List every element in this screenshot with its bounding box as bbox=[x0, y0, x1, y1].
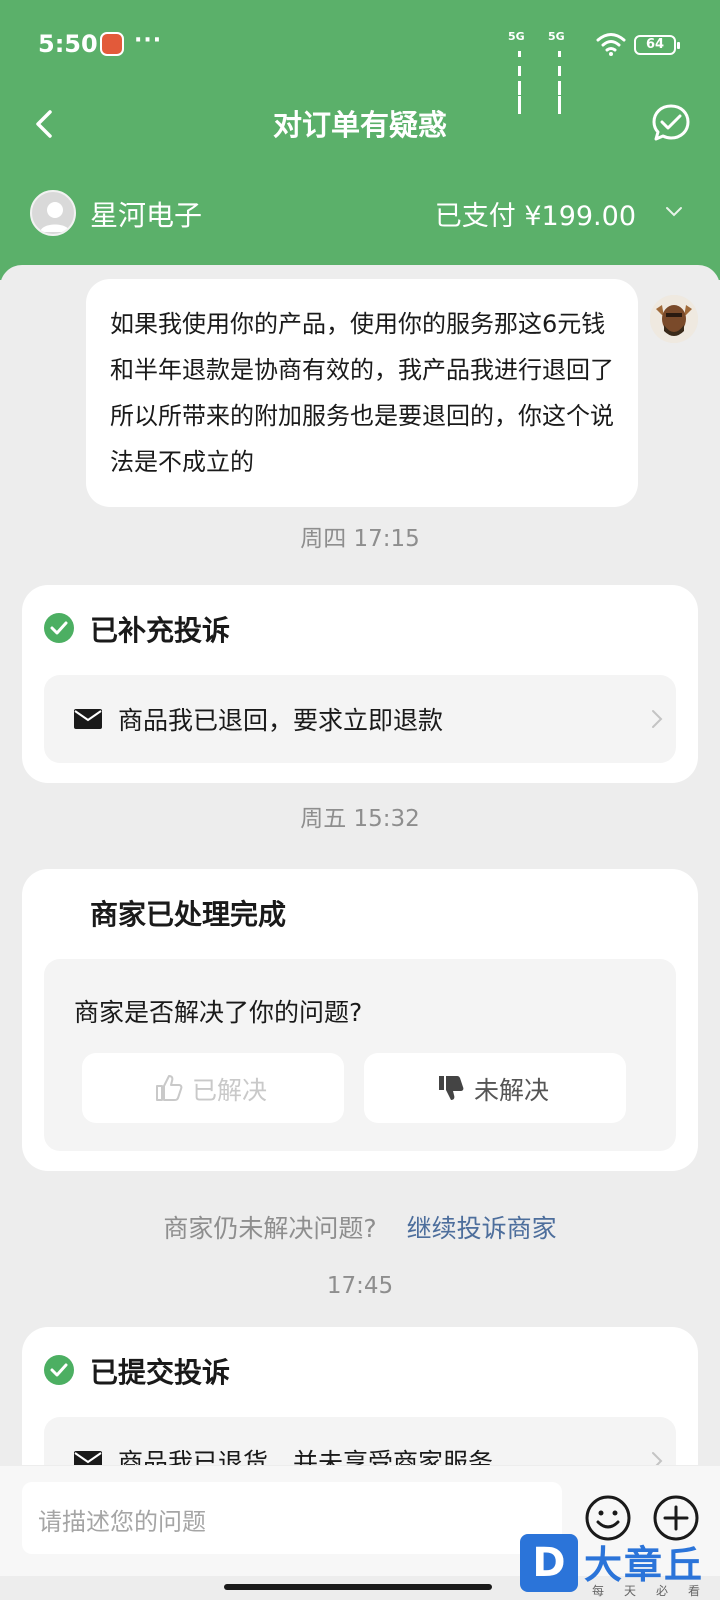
watermark-letter: D bbox=[520, 1534, 578, 1592]
status-bar: 5:50 ··· 5G 5G 64 bbox=[0, 0, 720, 114]
thumbs-up-icon bbox=[156, 1075, 183, 1101]
user-avatar bbox=[650, 295, 698, 343]
chevron-right-icon bbox=[652, 1452, 663, 1465]
complaint-detail-text: 商品我已退货，并未享受商家服务 bbox=[118, 1448, 494, 1465]
message-input[interactable]: 请描述您的问题 bbox=[22, 1482, 562, 1554]
battery-icon: 64 bbox=[634, 35, 680, 55]
timestamp: 17:45 bbox=[326, 1273, 394, 1299]
order-summary-bar[interactable]: 星河电子 已支付 ¥199.00 bbox=[0, 186, 720, 242]
thumbs-down-icon bbox=[439, 1076, 464, 1100]
merchant-name: 星河电子 bbox=[90, 199, 203, 232]
resolution-feedback-box: 商家是否解决了你的问题? 已解决 未解决 bbox=[44, 959, 676, 1151]
card-title: 商家已处理完成 bbox=[90, 898, 287, 931]
check-circle-icon bbox=[44, 1355, 74, 1385]
chat-content[interactable]: 如果我使用你的产品，使用你的服务那这6元钱和半年退款是协商有效的，我产品我进行退… bbox=[0, 265, 720, 1465]
complaint-detail-row[interactable]: 商品我已退回，要求立即退款 bbox=[44, 675, 676, 763]
header: 5:50 ··· 5G 5G 64 对订单有疑惑 星河电子 已支付 ¥199.0… bbox=[0, 0, 720, 280]
nav-bar: 对订单有疑惑 bbox=[0, 90, 720, 156]
complaint-detail-row[interactable]: 商品我已退货，并未享受商家服务 bbox=[44, 1417, 676, 1465]
followup-row: 商家仍未解决问题? 继续投诉商家 bbox=[0, 1209, 720, 1245]
merchant-avatar bbox=[30, 190, 76, 236]
payment-status: 已支付 ¥199.00 bbox=[434, 201, 636, 232]
customer-service-icon[interactable] bbox=[650, 102, 692, 144]
timestamp: 周五 15:32 bbox=[300, 806, 420, 832]
home-indicator[interactable] bbox=[224, 1584, 492, 1590]
watermark-tagline: 每天必看 bbox=[592, 1584, 720, 1598]
mail-icon bbox=[74, 1451, 102, 1465]
user-message-bubble: 如果我使用你的产品，使用你的服务那这6元钱和半年退款是协商有效的，我产品我进行退… bbox=[86, 279, 638, 507]
chevron-down-icon[interactable] bbox=[663, 200, 685, 222]
watermark-name: 大章丘 bbox=[584, 1543, 705, 1587]
resolution-question: 商家是否解决了你的问题? bbox=[74, 998, 363, 1027]
wifi-icon bbox=[596, 33, 626, 56]
complaint-detail-text: 商品我已退回，要求立即退款 bbox=[118, 706, 444, 735]
chevron-right-icon bbox=[652, 710, 663, 728]
mail-icon bbox=[74, 709, 102, 729]
card-title: 已补充投诉 bbox=[90, 614, 231, 647]
status-time: 5:50 bbox=[38, 30, 98, 58]
continue-complaint-link[interactable]: 继续投诉商家 bbox=[407, 1214, 557, 1243]
complaint-submitted-card: 已提交投诉 商品我已退货，并未享受商家服务 bbox=[22, 1327, 698, 1465]
app-notification-icon bbox=[100, 32, 124, 56]
check-circle-icon bbox=[44, 613, 74, 643]
more-notifications-icon: ··· bbox=[134, 28, 163, 53]
unresolved-button[interactable]: 未解决 bbox=[364, 1053, 626, 1123]
watermark-logo: D 大章丘 每天必看 bbox=[520, 1534, 720, 1600]
page-title: 对订单有疑惑 bbox=[272, 108, 447, 142]
merchant-processed-card: 商家已处理完成 商家是否解决了你的问题? 已解决 未解决 bbox=[22, 869, 698, 1171]
resolved-button[interactable]: 已解决 bbox=[82, 1053, 344, 1123]
complaint-supplement-card: 已补充投诉 商品我已退回，要求立即退款 bbox=[22, 585, 698, 783]
card-title: 已提交投诉 bbox=[90, 1356, 231, 1389]
timestamp: 周四 17:15 bbox=[300, 526, 420, 552]
followup-question: 商家仍未解决问题? bbox=[163, 1214, 377, 1243]
